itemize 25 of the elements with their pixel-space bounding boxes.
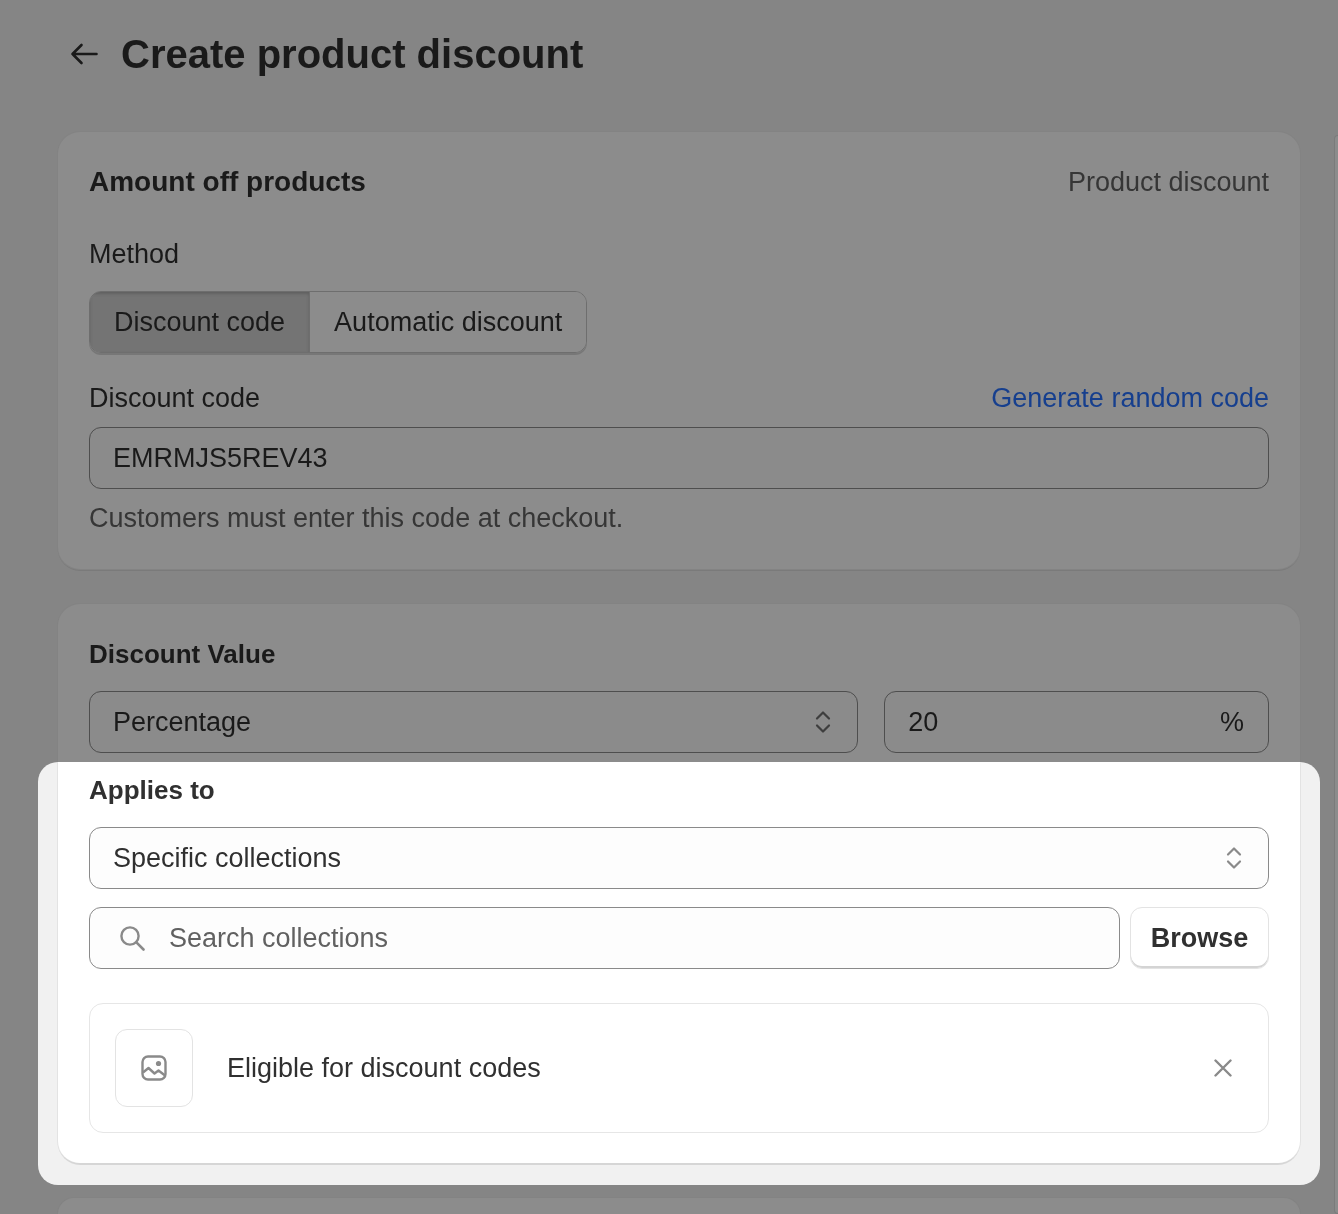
section-title: Applies to — [89, 774, 216, 806]
chevron-up-down-icon — [815, 709, 832, 735]
collection-name: Eligible for discount codes — [227, 1052, 542, 1084]
method-tab[interactable]: Automatic discount — [309, 292, 587, 352]
generate-code-link[interactable]: Generate random code — [991, 382, 1269, 414]
discount-type-label: Product discount — [1067, 166, 1269, 198]
chevron-up-down-icon — [1226, 845, 1242, 871]
browse-button[interactable]: Browse — [1130, 907, 1269, 969]
method-tab[interactable]: Discount code — [90, 292, 310, 352]
value-type-select[interactable]: Percentage — [89, 691, 859, 753]
help-text: Customers must enter this code at checkout. — [89, 502, 625, 534]
card-title: Amount off products — [89, 166, 366, 198]
card-title: Discount Value — [89, 638, 277, 670]
unit-suffix: % — [1219, 706, 1244, 738]
back-arrow-icon[interactable] — [70, 42, 98, 66]
amount-field[interactable]: 20 % — [884, 691, 1269, 753]
method-label: Method — [89, 238, 181, 270]
page-title: Create product discount — [121, 31, 584, 78]
discount-code-field[interactable]: EMRMJS5REV43 — [89, 427, 1269, 489]
search-field[interactable]: Search collections — [89, 907, 1120, 969]
image-icon — [115, 1029, 193, 1107]
discount-code-label: Discount code — [89, 382, 261, 414]
close-icon[interactable] — [1214, 1059, 1232, 1077]
search-icon — [119, 925, 145, 951]
applies-to-select[interactable]: Specific collections — [89, 827, 1269, 889]
